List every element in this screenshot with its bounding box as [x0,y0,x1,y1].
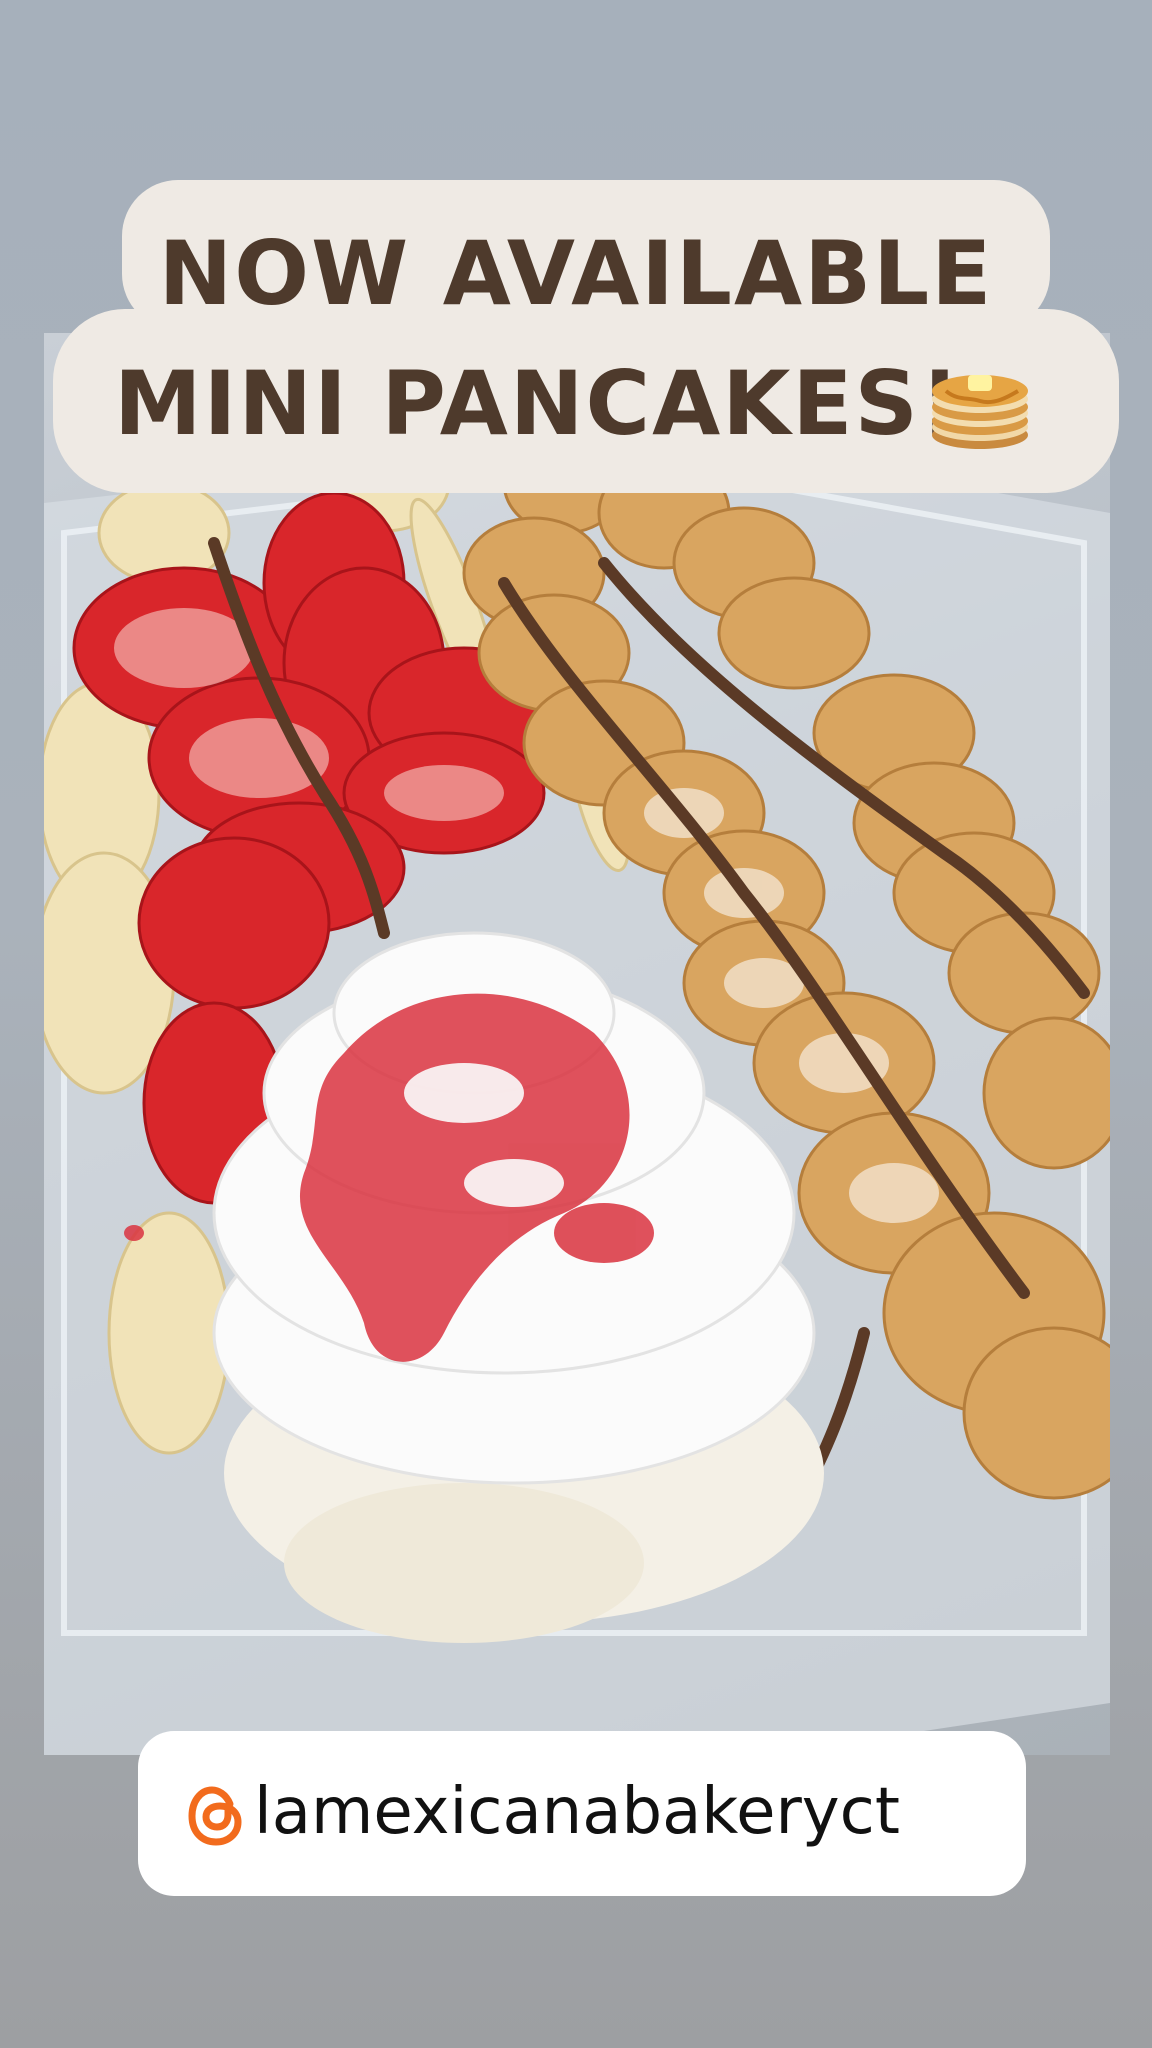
title-line-2: MINI PANCAKES! [114,352,963,455]
title-line-1: NOW AVAILABLE [158,222,994,325]
pancakes-emoji [932,375,1028,449]
dessert-photo [44,333,1110,1755]
photo-illustration [44,431,1110,1755]
instagram-story: NOW AVAILABLE MINI PANCAKES! lamexicanab… [0,0,1152,2048]
threads-icon [188,1786,242,1846]
title-bubble: NOW AVAILABLE MINI PANCAKES! [0,0,1152,520]
handle-text[interactable]: lamexicanabakeryct [254,1775,900,1849]
